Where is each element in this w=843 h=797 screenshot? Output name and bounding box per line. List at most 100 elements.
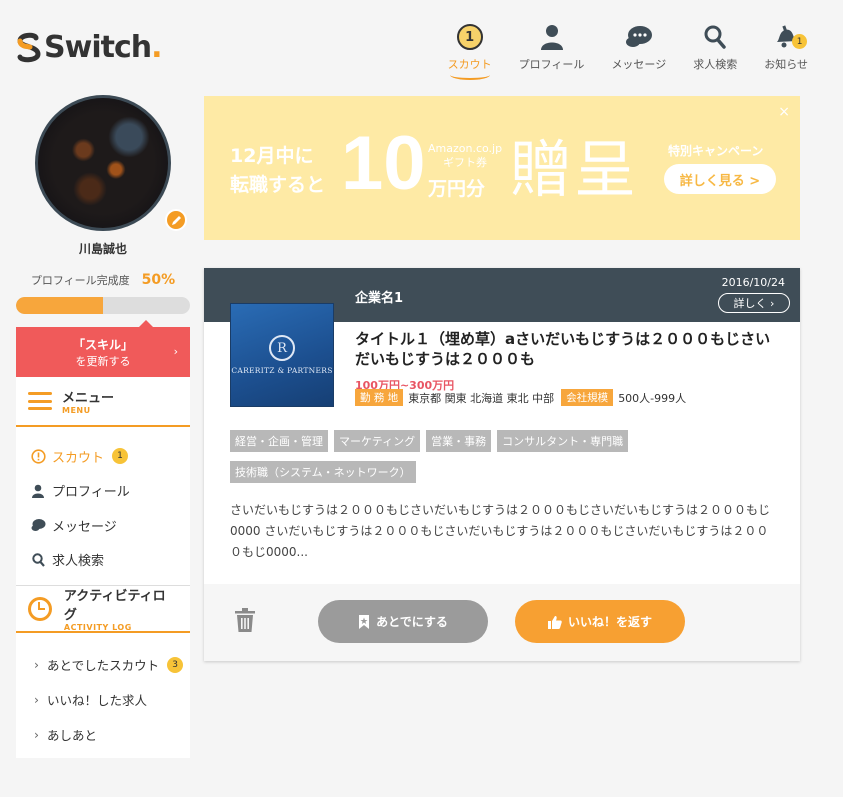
chevron-right-icon: › — [770, 296, 775, 310]
menu-header: メニュー MENU — [16, 377, 190, 427]
job-title[interactable]: タイトル１（埋め草）aさいだいもじすうは２０００もじさいだいもじすうは２０００も — [355, 329, 775, 369]
location-value: 東京都 関東 北海道 東北 中部 — [408, 391, 555, 405]
menu-item-profile[interactable]: プロフィール — [16, 474, 190, 509]
category-tag: コンサルタント・専門職 — [497, 430, 629, 452]
user-name: 川島誠也 — [78, 242, 127, 256]
category-tag: マーケティング — [334, 430, 421, 452]
app-logo[interactable]: Switch. — [16, 30, 163, 65]
details-button-label: 詳しく — [733, 297, 767, 310]
job-meta: 勤 務 地 東京都 関東 北海道 東北 中部 会社規模 500人-999人 — [355, 389, 686, 406]
logo-text: Switch. — [44, 30, 163, 65]
skill-button-line2: を更新する — [75, 355, 131, 368]
banner-line2: 転職すると — [230, 174, 326, 196]
nav-job-search-label: 求人検索 — [693, 58, 738, 71]
nav-job-search[interactable]: 求人検索 — [693, 22, 737, 80]
nav-notice[interactable]: 1 お知らせ — [764, 22, 808, 80]
menu-item-label: プロフィール — [52, 485, 130, 501]
nav-profile[interactable]: プロフィール — [518, 22, 585, 80]
activity-item-label: あとでしたスカウト — [47, 658, 160, 673]
banner-big-number: 10 — [341, 121, 426, 206]
banner-amazon-line2: ギフト券 — [443, 156, 488, 169]
banner-big-text: 贈呈 — [510, 133, 639, 206]
activity-item-later-scout[interactable]: › あとでしたスカウト 3 — [16, 647, 190, 682]
banner-amazon-line1: Amazon.co.jp — [428, 142, 503, 155]
profile-completion: プロフィール完成度 50% — [16, 272, 190, 288]
sidebar: 川島誠也 プロフィール完成度 50% 「スキル」 を更新する › メニュー ME… — [16, 95, 190, 758]
menu-item-scout[interactable]: スカウト 1 — [16, 439, 190, 474]
switch-logo-icon — [16, 32, 42, 64]
location-tag: 勤 務 地 — [355, 389, 404, 406]
profile-progress-fill — [16, 297, 103, 314]
banner-close-icon[interactable]: × — [778, 104, 790, 120]
update-skill-button[interactable]: 「スキル」 を更新する › — [16, 320, 190, 377]
nav-scout[interactable]: 1 スカウト — [448, 22, 492, 80]
activity-item-label: あしあと — [47, 728, 98, 743]
banner-line1: 12月中に — [230, 145, 314, 167]
category-tag: 技術職（システム・ネットワーク） — [230, 461, 416, 483]
banner-details-button[interactable]: 詳しく見る > — [664, 164, 776, 194]
chevron-right-icon: › — [34, 727, 39, 742]
save-for-later-label: あとでにする — [376, 615, 448, 629]
active-underline — [449, 70, 490, 80]
category-tag: 営業・事務 — [426, 430, 492, 452]
save-for-later-button[interactable]: あとでにする — [318, 600, 488, 643]
search-icon — [30, 553, 46, 567]
hamburger-icon — [28, 392, 52, 410]
category-tag: 経営・企画・管理 — [230, 430, 328, 452]
avatar[interactable] — [35, 95, 187, 231]
job-category-tags: 経営・企画・管理 マーケティング 営業・事務 コンサルタント・専門職 技術職（シ… — [230, 430, 660, 492]
banner-unit: 万円分 — [428, 178, 486, 200]
menu-panel: メニュー MENU スカウト 1 プロフィール メッセージ 求人検索 アクティビ… — [16, 377, 190, 758]
activity-log-subtitle: ACTIVITY LOG — [63, 623, 132, 632]
bell-icon: 1 — [773, 22, 808, 52]
scout-date: 2016/10/24 — [721, 276, 785, 289]
menu-title: メニュー — [62, 391, 115, 406]
activity-log-header: アクティビティログ ACTIVITY LOG — [16, 585, 190, 633]
company-logo-monogram: R — [269, 335, 295, 361]
thumbs-up-icon — [547, 615, 562, 629]
menu-subtitle: MENU — [62, 406, 91, 415]
activity-item-liked-jobs[interactable]: › いいね！した求人 — [16, 682, 190, 717]
scout-count-badge: 1 — [112, 448, 129, 465]
clock-icon — [28, 596, 52, 621]
menu-item-label: メッセージ — [52, 519, 117, 535]
user-icon — [30, 484, 46, 498]
edit-avatar-button[interactable] — [165, 209, 187, 231]
like-back-button[interactable]: いいね！を返す — [515, 600, 685, 643]
activity-item-label: いいね！した求人 — [47, 693, 148, 708]
top-navigation: 1 スカウト プロフィール メッセージ 求人検索 1 お知らせ — [421, 22, 808, 80]
activity-item-footprints[interactable]: › あしあと — [16, 717, 190, 752]
pencil-icon — [171, 215, 181, 225]
nav-message[interactable]: メッセージ — [611, 22, 666, 80]
profile-completion-label: プロフィール完成度 — [30, 274, 130, 287]
profile-completion-value: 50% — [141, 272, 176, 288]
nav-notice-label: お知らせ — [764, 58, 808, 71]
nav-profile-label: プロフィール — [518, 58, 585, 71]
menu-item-message[interactable]: メッセージ — [16, 508, 190, 543]
menu-item-label: スカウト — [52, 450, 105, 466]
trash-icon[interactable] — [234, 607, 256, 637]
chevron-right-icon: › — [173, 345, 178, 358]
details-button[interactable]: 詳しく › — [718, 293, 790, 313]
chat-icon — [625, 22, 653, 52]
banner-campaign-label: 特別キャンペーン — [668, 144, 764, 158]
chat-icon — [30, 518, 46, 532]
scout-icon: 1 — [456, 24, 483, 50]
nav-message-label: メッセージ — [611, 58, 667, 71]
company-size-value: 500人-999人 — [618, 391, 687, 405]
job-description: さいだいもじすうは２０００もじさいだいもじすうは２０００もじさいだいもじすうは２… — [230, 503, 771, 559]
search-icon — [704, 22, 726, 52]
menu-item-job-search[interactable]: 求人検索 — [16, 543, 190, 578]
profile-progress-bar — [16, 297, 190, 314]
chevron-right-icon: › — [34, 657, 39, 672]
card-actions: あとでにする いいね！を返す — [204, 584, 800, 661]
menu-item-label: 求人検索 — [52, 554, 105, 570]
user-icon — [540, 22, 563, 52]
bookmark-icon — [358, 614, 370, 629]
activity-log-list: › あとでしたスカウト 3 › いいね！した求人 › あしあと — [16, 633, 190, 758]
activity-log-title: アクティビティログ — [63, 589, 166, 623]
chevron-right-icon: › — [34, 692, 39, 707]
company-logo: R CARERITZ & PARTNERS — [230, 303, 334, 407]
campaign-banner[interactable]: × 12月中に 転職すると 10 Amazon.co.jp ギフト券 万円分 贈… — [204, 96, 800, 240]
company-logo-name: CARERITZ & PARTNERS — [231, 366, 333, 375]
